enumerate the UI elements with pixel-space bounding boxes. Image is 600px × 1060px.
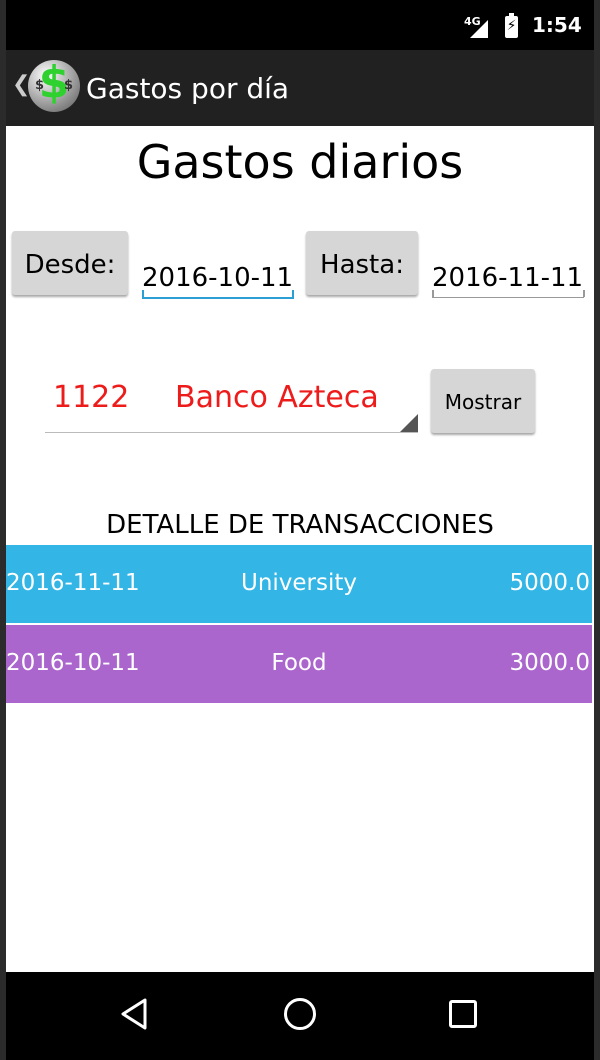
recents-icon[interactable] [449, 1000, 477, 1028]
transaction-category: Food [271, 650, 327, 676]
input-edge-left [432, 290, 434, 297]
input-edge-left [142, 290, 144, 297]
transaction-amount: 5000.0 [509, 570, 590, 596]
desde-date-input[interactable] [142, 259, 294, 299]
transaction-amount: 3000.0 [509, 650, 590, 676]
hasta-date-input[interactable] [432, 259, 584, 298]
spinner-dropdown-icon [400, 414, 418, 432]
account-spinner[interactable]: 1122 Banco Azteca [45, 368, 418, 433]
input-edge-right [292, 290, 294, 297]
account-bank: Banco Azteca [175, 380, 379, 415]
status-time: 1:54 [532, 13, 582, 37]
signal-icon [470, 20, 488, 38]
navigation-bar [6, 972, 594, 1060]
status-bar: 4G ⚡ 1:54 [6, 0, 594, 50]
hasta-button[interactable]: Hasta: [306, 231, 418, 295]
transaction-row[interactable]: 2016-10-11 Food 3000.0 [6, 625, 592, 703]
desde-button[interactable]: Desde: [12, 231, 128, 295]
app-logo-icon[interactable]: $ $ $ [28, 57, 80, 112]
transactions-title: DETALLE DE TRANSACCIONES [106, 510, 494, 540]
action-bar-title: Gastos por día [86, 72, 290, 105]
battery-icon: ⚡ [505, 13, 518, 38]
page-title: Gastos diarios [136, 135, 464, 189]
back-icon[interactable] [118, 996, 150, 1032]
mostrar-button[interactable]: Mostrar [431, 369, 535, 433]
app-screen: 4G ⚡ 1:54 ❮ $ $ $ Gastos por día Gastos … [6, 0, 594, 1060]
home-icon[interactable] [284, 998, 316, 1030]
account-code: 1122 [53, 380, 130, 415]
input-edge-right [583, 290, 585, 297]
transaction-category: University [240, 570, 358, 596]
action-bar: ❮ $ $ $ Gastos por día [6, 50, 594, 126]
transaction-row[interactable]: 2016-11-11 University 5000.0 [6, 545, 592, 623]
